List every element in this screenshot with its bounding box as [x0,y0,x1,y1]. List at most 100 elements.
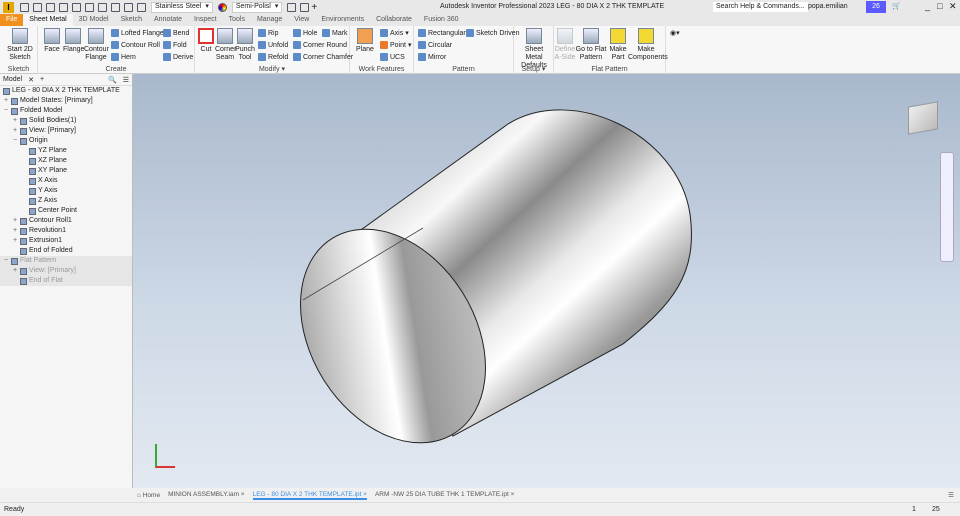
properties-icon[interactable] [98,2,107,12]
hole-button[interactable]: Hole [293,29,317,37]
tab-tools[interactable]: Tools [223,14,251,26]
tab-3d-model[interactable]: 3D Model [73,14,115,26]
redo-icon[interactable] [72,2,81,12]
home-tab[interactable]: ⌂ Home [137,492,160,499]
open-icon[interactable] [33,2,42,12]
tree-node[interactable]: Center Point [0,206,132,216]
lofted-flange-button[interactable]: Lofted Flange [111,29,164,37]
refold-button[interactable]: Refold [258,53,288,61]
bend-button[interactable]: Bend [163,29,189,37]
unfold-button[interactable]: Unfold [258,41,288,49]
tab-annotate[interactable]: Annotate [148,14,188,26]
hem-button[interactable]: Hem [111,53,136,61]
expand-toggle[interactable]: − [12,136,18,146]
tab-sheet-metal[interactable]: Sheet Metal [23,14,73,26]
measure-icon[interactable] [137,2,146,12]
tab-fusion-360[interactable]: Fusion 360 [418,14,465,26]
tree-node[interactable]: End of Flat [0,276,132,286]
point-button[interactable]: Point ▾ [380,41,411,49]
tab-sketch[interactable]: Sketch [115,14,148,26]
sketch-driven-button[interactable]: Sketch Driven [466,29,520,37]
document-tab[interactable]: MINION ASSEMBLY.iam × [168,491,245,500]
tree-node[interactable]: + Solid Bodies(1) [0,116,132,126]
expand-toggle[interactable]: + [12,216,18,226]
rectangular-button[interactable]: Rectangular [418,29,466,37]
view-cube[interactable] [908,101,938,135]
circular-button[interactable]: Circular [418,41,452,49]
tree-node[interactable]: Z Axis [0,196,132,206]
tree-node[interactable]: − Origin [0,136,132,146]
document-tab[interactable]: LEG - 80 DIA X 2 THK TEMPLATE.ipt × [252,491,367,500]
contour-roll-button[interactable]: Contour Roll [111,41,160,49]
tab-manage[interactable]: Manage [251,14,288,26]
ribbon-options-icon[interactable]: ◉▾ [670,29,680,37]
tree-node[interactable]: X Axis [0,176,132,186]
new-icon[interactable] [20,2,29,12]
add-icon[interactable]: + [311,2,317,13]
face-button[interactable]: Face [44,28,60,54]
corner-seam-button[interactable]: Corner Seam [215,28,236,62]
contour-flange-button[interactable]: Contour Flange [84,28,109,62]
modify-dropdown[interactable]: Modify ▾ [195,65,349,73]
clear-override-icon[interactable] [287,2,297,12]
select-icon[interactable] [124,2,133,12]
minimize-button[interactable]: _ [925,1,930,11]
expand-toggle[interactable]: + [12,266,18,276]
axis-button[interactable]: Axis ▾ [380,29,409,37]
material-select[interactable]: Stainless Steel ▾ [151,1,213,13]
undo-icon[interactable] [59,2,68,12]
corner-round-button[interactable]: Corner Round [293,41,347,49]
expand-toggle[interactable]: + [12,116,18,126]
user-account[interactable]: popa.emilian [808,3,848,10]
parameters-icon[interactable] [300,2,310,12]
define-a-side-button[interactable]: Define A-Side [554,28,576,62]
sheet-metal-defaults-button[interactable]: Sheet Metal Defaults [516,28,552,70]
close-button[interactable]: ✕ [949,1,957,12]
3d-viewport[interactable] [133,74,960,488]
cart-icon[interactable]: 🛒 [892,2,901,10]
inventor-logo[interactable]: I [3,1,14,13]
tree-node[interactable]: − Folded Model [0,106,132,116]
tree-node[interactable]: + Revolution1 [0,226,132,236]
tree-node[interactable]: + View: [Primary] [0,126,132,136]
tab-collaborate[interactable]: Collaborate [370,14,418,26]
document-tab[interactable]: ARM -NW 25 DIA TUBE THK 1 TEMPLATE.ipt × [375,491,515,500]
add-tab-icon[interactable]: + [40,76,44,83]
tree-node[interactable]: XZ Plane [0,156,132,166]
setup-dropdown[interactable]: Setup ▾ [514,65,553,73]
plane-button[interactable]: Plane [355,28,375,54]
close-tab-icon[interactable]: ✕ [28,76,34,84]
maximize-button[interactable]: □ [937,1,942,11]
tree-node[interactable]: − Flat Pattern [0,256,132,266]
tree-node[interactable]: + View: [Primary] [0,266,132,276]
appearance-select[interactable]: Semi-Polisl ▾ [231,1,283,13]
tree-root[interactable]: LEG - 80 DIA X 2 THK TEMPLATE [0,86,132,96]
tree-node[interactable]: + Model States: [Primary] [0,96,132,106]
update-icon[interactable] [111,2,120,12]
expand-toggle[interactable]: + [12,236,18,246]
cut-button[interactable]: Cut [198,28,214,54]
home-icon[interactable] [85,2,94,12]
corner-chamfer-button[interactable]: Corner Chamfer [293,53,353,61]
make-components-button[interactable]: Make Components [628,28,668,62]
expand-toggle[interactable]: − [3,256,9,266]
expand-toggle[interactable]: − [3,106,9,116]
appearance-icon[interactable] [217,2,227,12]
tree-node[interactable]: End of Folded [0,246,132,256]
tree-node[interactable]: + Contour Roll1 [0,216,132,226]
navigation-bar[interactable] [940,152,954,262]
save-icon[interactable] [46,2,55,12]
flange-button[interactable]: Flange [63,28,84,54]
tree-node[interactable]: + Extrusion1 [0,236,132,246]
expand-toggle[interactable]: + [12,126,18,136]
tab-environments[interactable]: Environments [315,14,370,26]
tab-view[interactable]: View [288,14,315,26]
go-to-flat-pattern-button[interactable]: Go to Flat Pattern [575,28,607,62]
tree-node[interactable]: XY Plane [0,166,132,176]
mirror-button[interactable]: Mirror [418,53,446,61]
derive-button[interactable]: Derive [163,53,193,61]
expand-toggle[interactable]: + [3,96,9,106]
expand-toggle[interactable]: + [12,226,18,236]
menu-icon[interactable]: ☰ [123,76,129,84]
tree-node[interactable]: YZ Plane [0,146,132,156]
